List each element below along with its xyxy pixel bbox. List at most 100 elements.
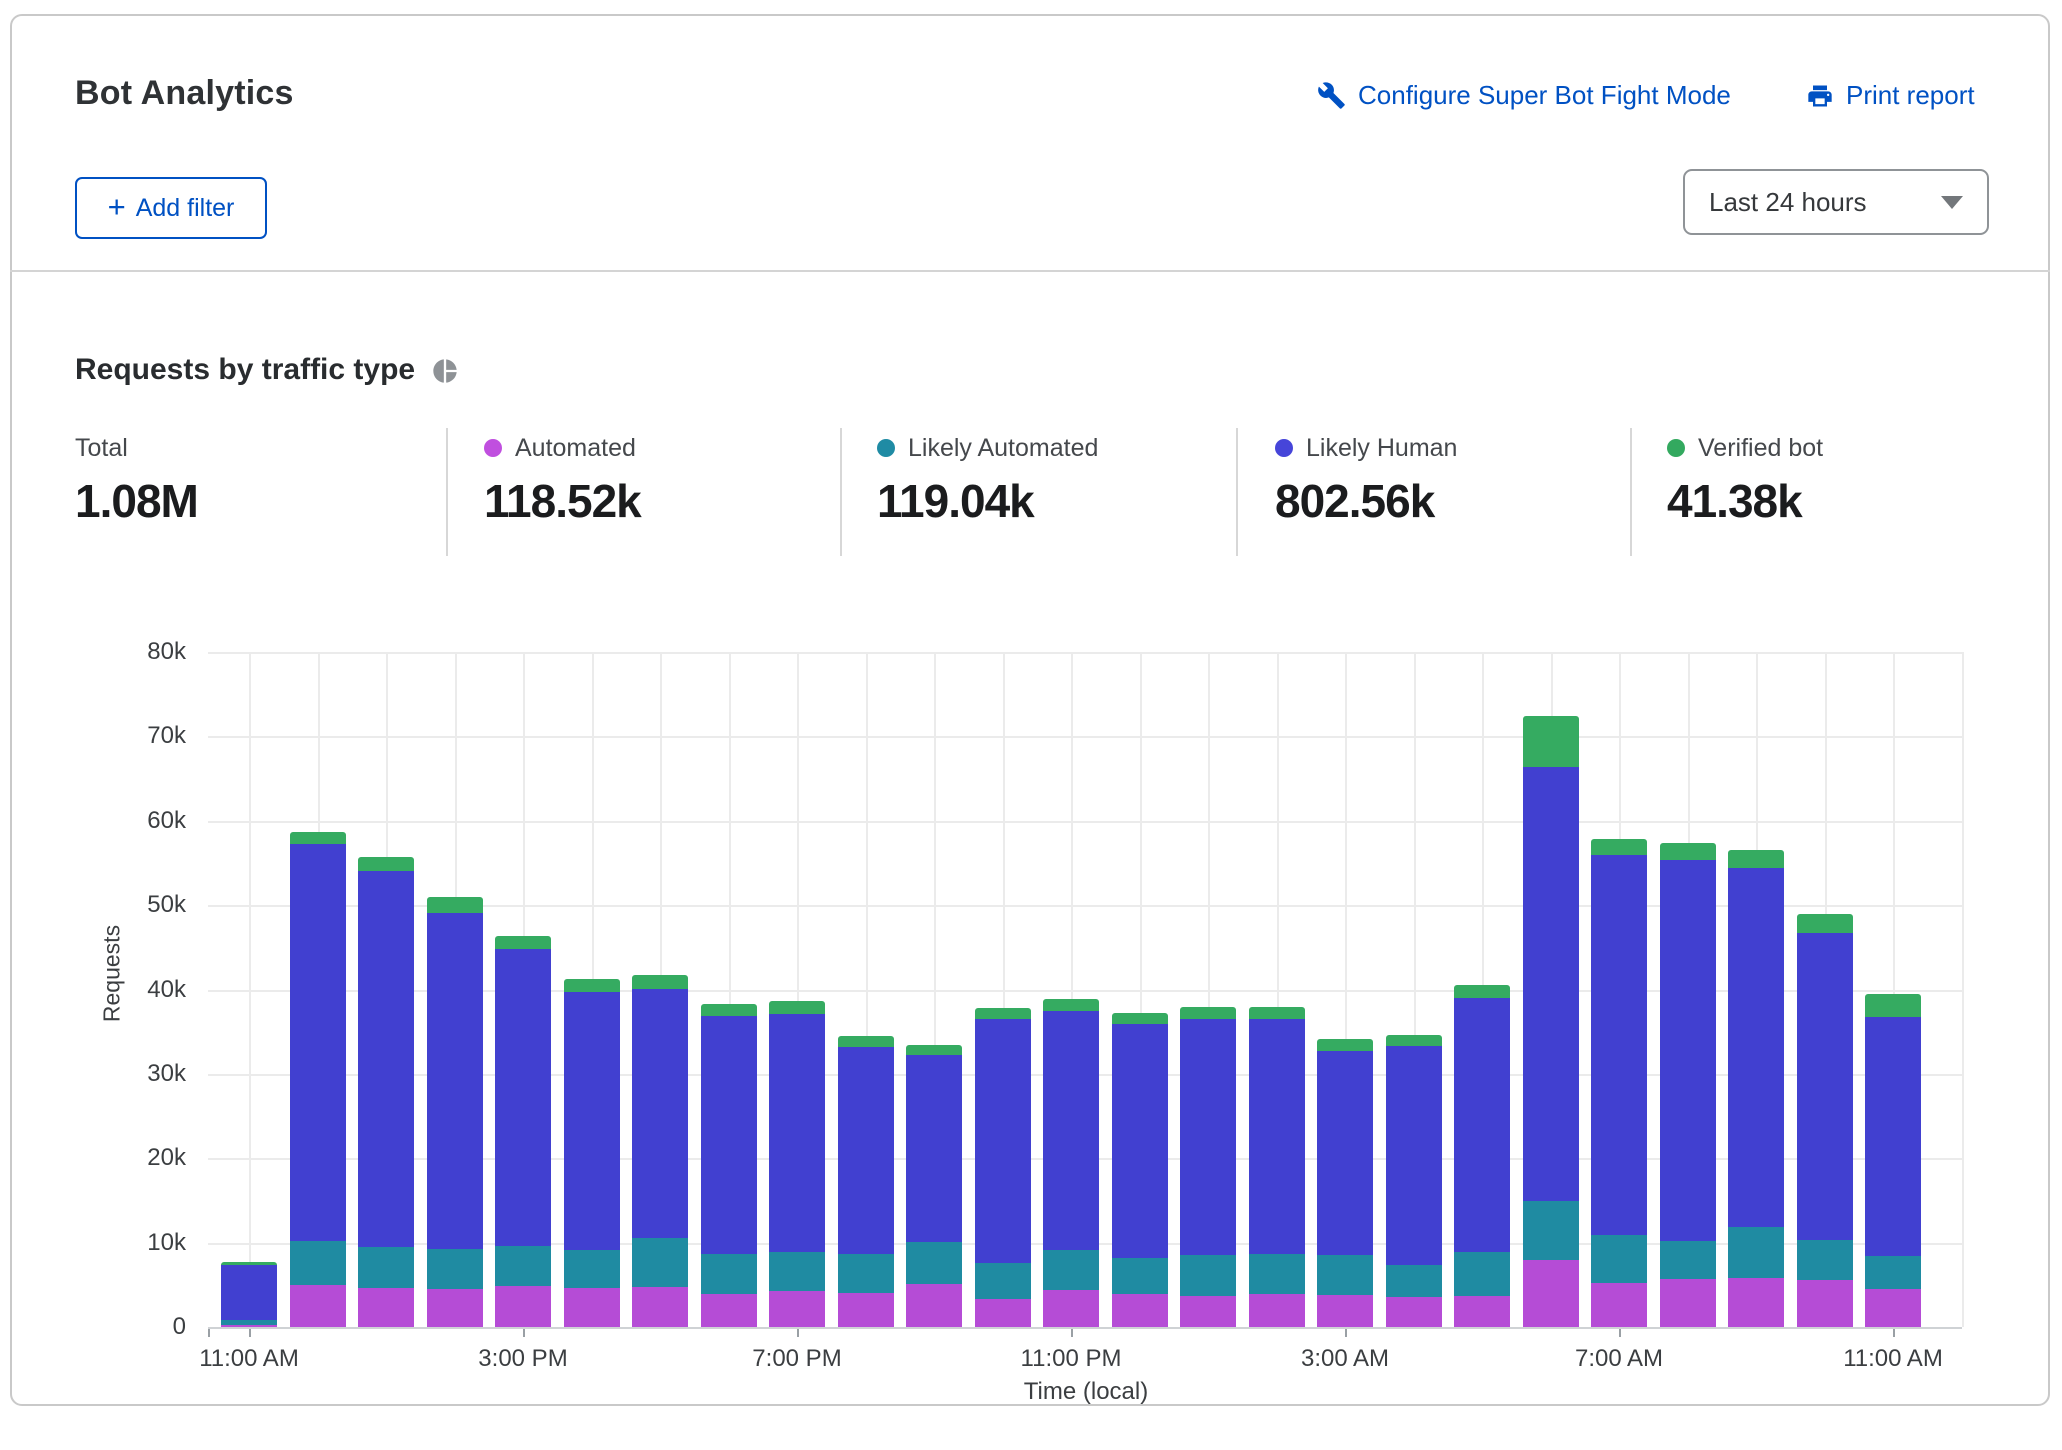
bar-1-00-pm (358, 857, 414, 1327)
segment-verified-bot (564, 979, 620, 992)
bar-11-00-pm (1043, 999, 1099, 1327)
pie-chart-icon (431, 357, 459, 385)
bar-10-00-am (1797, 914, 1853, 1327)
bar-2-00-am (1249, 1007, 1305, 1327)
page-title: Bot Analytics (75, 74, 294, 113)
segment-likely-human (906, 1055, 962, 1242)
stat-value: 1.08M (75, 474, 198, 528)
segment-likely-automated (1249, 1254, 1305, 1294)
plus-icon: + (108, 191, 126, 222)
gridline-vertical (249, 652, 251, 1327)
segment-likely-human (290, 844, 346, 1241)
x-tick-label: 11:00 PM (1021, 1345, 1122, 1373)
x-tick-label: 7:00 PM (752, 1345, 841, 1373)
bar-6-00-am (1523, 716, 1579, 1327)
segment-verified-bot (427, 897, 483, 913)
segment-verified-bot (1865, 994, 1921, 1018)
gridline (208, 736, 1962, 738)
segment-verified-bot (838, 1036, 894, 1047)
segment-likely-automated (1317, 1255, 1373, 1295)
stat-value: 118.52k (484, 474, 641, 528)
y-tick-label: 40k (116, 976, 186, 1004)
bar-11-00-am (1865, 994, 1921, 1327)
segment-likely-human (1112, 1024, 1168, 1258)
segment-likely-human (1591, 855, 1647, 1235)
stat-label: Likely Human (1306, 434, 1457, 463)
segment-verified-bot (1728, 850, 1784, 868)
wrench-icon (1317, 81, 1346, 110)
bar-7-00-pm (769, 1001, 825, 1327)
bar-9-00-pm (906, 1045, 962, 1327)
stat-verified-bot: Verified bot41.38k (1667, 432, 1823, 528)
segment-automated (1043, 1290, 1099, 1327)
legend-dot (877, 439, 895, 457)
segment-verified-bot (1249, 1007, 1305, 1019)
legend-dot (1275, 439, 1293, 457)
segment-likely-human (838, 1047, 894, 1254)
segment-automated (769, 1291, 825, 1327)
segment-likely-automated (1728, 1227, 1784, 1279)
segment-verified-bot (1660, 843, 1716, 861)
segment-automated (564, 1288, 620, 1327)
segment-automated (975, 1299, 1031, 1327)
configure-super-bot-fight-mode-link[interactable]: Configure Super Bot Fight Mode (1317, 80, 1731, 111)
segment-verified-bot (769, 1001, 825, 1014)
time-range-select[interactable]: Last 24 hours (1683, 169, 1989, 235)
segment-likely-human (221, 1265, 277, 1321)
segment-automated (838, 1293, 894, 1327)
stat-likely-automated: Likely Automated119.04k (877, 432, 1098, 528)
segment-automated (1386, 1297, 1442, 1327)
bar-4-00-pm (564, 979, 620, 1327)
print-link-label: Print report (1846, 80, 1975, 111)
segment-automated (1591, 1283, 1647, 1327)
segment-verified-bot (1523, 716, 1579, 767)
segment-verified-bot (290, 832, 346, 844)
requests-chart (208, 652, 1962, 1327)
bar-3-00-am (1317, 1039, 1373, 1327)
y-tick-label: 0 (116, 1313, 186, 1341)
segment-verified-bot (701, 1004, 757, 1016)
segment-likely-automated (358, 1247, 414, 1288)
y-tick-label: 70k (116, 722, 186, 750)
bar-5-00-am (1454, 985, 1510, 1327)
bar-7-00-am (1591, 839, 1647, 1327)
segment-automated (290, 1285, 346, 1327)
stat-value: 119.04k (877, 474, 1098, 528)
stat-label: Verified bot (1698, 434, 1823, 463)
segment-automated (1454, 1296, 1510, 1327)
section-title-label: Requests by traffic type (75, 353, 415, 387)
segment-likely-automated (1454, 1252, 1510, 1296)
segment-verified-bot (1591, 839, 1647, 855)
segment-likely-human (427, 913, 483, 1249)
segment-likely-human (358, 871, 414, 1247)
segment-likely-automated (290, 1241, 346, 1285)
segment-automated (701, 1294, 757, 1327)
segment-automated (1317, 1295, 1373, 1327)
segment-verified-bot (906, 1045, 962, 1054)
segment-verified-bot (632, 975, 688, 989)
gridline (208, 652, 1962, 654)
segment-likely-human (1043, 1011, 1099, 1250)
bar-6-00-pm (701, 1004, 757, 1327)
x-tick-label: 7:00 AM (1575, 1345, 1663, 1373)
segment-automated (632, 1287, 688, 1327)
segment-likely-human (1386, 1046, 1442, 1265)
stat-divider (840, 428, 842, 556)
segment-likely-human (1249, 1019, 1305, 1254)
segment-likely-human (1865, 1017, 1921, 1256)
legend-dot (1667, 439, 1685, 457)
segment-likely-automated (1660, 1241, 1716, 1279)
segment-automated (427, 1289, 483, 1327)
add-filter-button[interactable]: + Add filter (75, 177, 267, 239)
x-tick-label: 3:00 PM (478, 1345, 567, 1373)
y-tick-label: 80k (116, 638, 186, 666)
segment-verified-bot (1180, 1007, 1236, 1019)
segment-likely-human (1660, 860, 1716, 1241)
segment-likely-automated (1865, 1256, 1921, 1289)
bar-5-00-pm (632, 975, 688, 1327)
stat-label: Total (75, 434, 128, 463)
bar-12-00-am (1112, 1013, 1168, 1327)
segment-likely-automated (1523, 1201, 1579, 1260)
bar-11-00-am (221, 1262, 277, 1327)
print-report-link[interactable]: Print report (1806, 80, 1975, 111)
